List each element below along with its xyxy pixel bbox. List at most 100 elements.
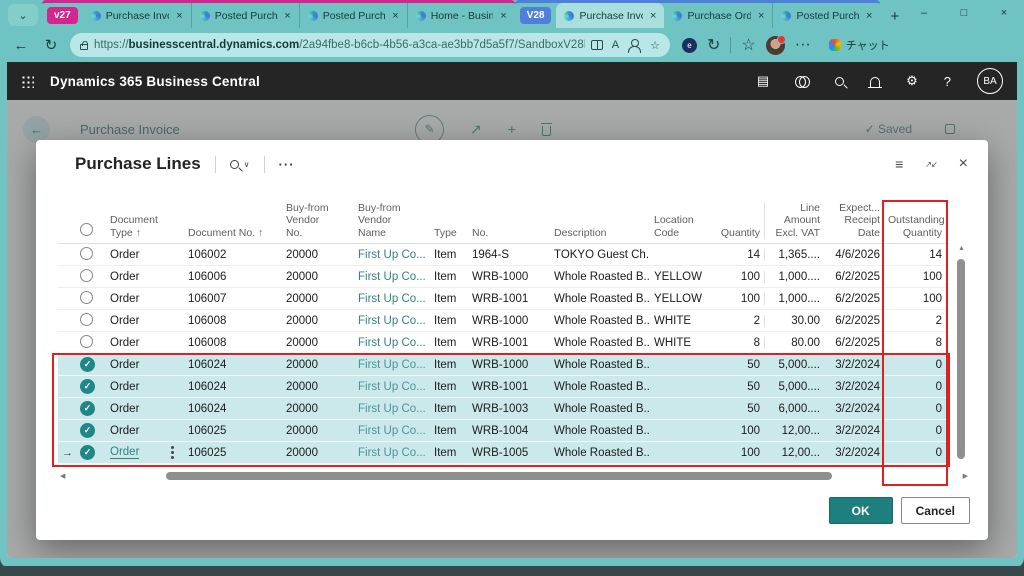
- vertical-scrollbar-thumb[interactable]: [957, 259, 965, 459]
- browser-tab[interactable]: Purchase Invoi×: [556, 3, 664, 28]
- cell-quantity[interactable]: 50: [710, 403, 764, 415]
- cell-document-type[interactable]: Order: [106, 315, 184, 327]
- horizontal-scrollbar-thumb[interactable]: [166, 472, 832, 480]
- favorites-star-icon[interactable]: ☆: [650, 39, 660, 52]
- read-aloud-icon[interactable]: A: [612, 39, 619, 51]
- cell-outstanding-quantity[interactable]: 0: [884, 381, 946, 393]
- cell-quantity[interactable]: 14: [710, 249, 764, 261]
- cell-quantity[interactable]: 8: [710, 337, 764, 349]
- dialog-more-options-icon[interactable]: ···: [279, 157, 295, 172]
- table-row[interactable]: Order10600220000First Up Co...Item1964-S…: [58, 244, 946, 266]
- cell-document-type[interactable]: Order: [106, 271, 184, 283]
- window-close-button[interactable]: ×: [984, 0, 1024, 26]
- cell-location-code[interactable]: YELLOW: [650, 293, 710, 305]
- cell-vendor-name[interactable]: First Up Co...: [354, 249, 430, 261]
- tab-close-icon[interactable]: ×: [498, 10, 508, 22]
- split-screen-icon[interactable]: [591, 40, 603, 50]
- cell-outstanding-quantity[interactable]: 0: [884, 359, 946, 371]
- row-menu-icon[interactable]: [171, 446, 174, 449]
- cell-type[interactable]: Item: [430, 403, 468, 415]
- row-checkbox[interactable]: ✓: [76, 379, 106, 394]
- cell-line-amount[interactable]: 5,000....: [764, 359, 824, 371]
- cell-receipt-date[interactable]: 6/2/2025: [824, 315, 884, 327]
- maximize-button[interactable]: □: [944, 0, 984, 26]
- tab-group-badge[interactable]: v27: [47, 7, 78, 24]
- cell-receipt-date[interactable]: 6/2/2025: [824, 337, 884, 349]
- browser-profile-avatar[interactable]: [766, 36, 785, 55]
- cell-outstanding-quantity[interactable]: 2: [884, 315, 946, 327]
- cell-item-no[interactable]: WRB-1003: [468, 403, 550, 415]
- tab-close-icon[interactable]: ×: [756, 10, 766, 22]
- cell-item-no[interactable]: WRB-1001: [468, 381, 550, 393]
- row-checkbox[interactable]: [76, 335, 106, 351]
- cell-vendor-name[interactable]: First Up Co...: [354, 403, 430, 415]
- cell-vendor-no[interactable]: 20000: [282, 249, 354, 261]
- cell-type[interactable]: Item: [430, 293, 468, 305]
- back-icon[interactable]: ←: [10, 37, 32, 54]
- cell-vendor-name[interactable]: First Up Co...: [354, 425, 430, 437]
- browser-tab[interactable]: Purchase Orde×: [664, 3, 772, 28]
- cell-item-no[interactable]: WRB-1004: [468, 425, 550, 437]
- horizontal-scrollbar[interactable]: ◀ ▶: [58, 471, 968, 481]
- cell-vendor-name[interactable]: First Up Co...: [354, 315, 430, 327]
- cell-type[interactable]: Item: [430, 447, 468, 459]
- column-header[interactable]: Outstanding Quantity: [884, 214, 946, 239]
- cell-quantity[interactable]: 100: [710, 293, 764, 305]
- cell-document-no[interactable]: 106002: [184, 249, 282, 261]
- row-checkbox[interactable]: [76, 291, 106, 307]
- cell-vendor-no[interactable]: 20000: [282, 337, 354, 349]
- cell-vendor-no[interactable]: 20000: [282, 447, 354, 459]
- cell-document-type[interactable]: Order: [106, 446, 184, 459]
- row-checkbox[interactable]: [76, 247, 106, 263]
- site-info-lock-icon[interactable]: [80, 44, 88, 50]
- cell-item-no[interactable]: WRB-1001: [468, 337, 550, 349]
- cell-vendor-name[interactable]: First Up Co...: [354, 293, 430, 305]
- cell-line-amount[interactable]: 30.00: [764, 315, 824, 327]
- cell-vendor-name[interactable]: First Up Co...: [354, 381, 430, 393]
- cell-item-no[interactable]: WRB-1005: [468, 447, 550, 459]
- column-header[interactable]: Document No. ↑: [184, 227, 282, 240]
- cell-type[interactable]: Item: [430, 381, 468, 393]
- cell-vendor-name[interactable]: First Up Co...: [354, 447, 430, 459]
- row-checkbox[interactable]: ✓: [76, 445, 106, 460]
- cell-vendor-no[interactable]: 20000: [282, 381, 354, 393]
- cell-outstanding-quantity[interactable]: 0: [884, 447, 946, 459]
- cell-receipt-date[interactable]: 3/2/2024: [824, 403, 884, 415]
- cell-vendor-no[interactable]: 20000: [282, 315, 354, 327]
- cell-outstanding-quantity[interactable]: 14: [884, 249, 946, 261]
- scroll-left-icon[interactable]: ◀: [60, 472, 65, 480]
- app-launcher-icon[interactable]: [21, 75, 34, 88]
- tab-close-icon[interactable]: ×: [174, 10, 184, 22]
- row-checkbox[interactable]: [76, 313, 106, 329]
- cell-vendor-name[interactable]: First Up Co...: [354, 337, 430, 349]
- cell-type[interactable]: Item: [430, 249, 468, 261]
- cell-line-amount[interactable]: 1,000....: [764, 293, 824, 305]
- row-checkbox[interactable]: ✓: [76, 401, 106, 416]
- app-title[interactable]: Dynamics 365 Business Central: [50, 74, 260, 89]
- cell-receipt-date[interactable]: 3/2/2024: [824, 447, 884, 459]
- row-checkbox[interactable]: [76, 269, 106, 285]
- tab-close-icon[interactable]: ×: [864, 10, 874, 22]
- cell-description[interactable]: Whole Roasted B...: [550, 315, 650, 327]
- table-row[interactable]: →✓Order10602520000First Up Co...ItemWRB-…: [58, 442, 946, 464]
- app-search-icon[interactable]: [835, 77, 844, 86]
- cell-type[interactable]: Item: [430, 425, 468, 437]
- help-icon[interactable]: ?: [944, 74, 951, 89]
- cell-receipt-date[interactable]: 3/2/2024: [824, 359, 884, 371]
- cell-outstanding-quantity[interactable]: 100: [884, 293, 946, 305]
- browser-tab[interactable]: Home - Busine×: [407, 3, 515, 28]
- cell-description[interactable]: Whole Roasted B...: [550, 447, 650, 459]
- column-header[interactable]: Line Amount Excl. VAT: [764, 202, 824, 240]
- column-header[interactable]: Quantity: [710, 227, 764, 240]
- cell-document-type[interactable]: Order: [106, 381, 184, 393]
- cell-vendor-no[interactable]: 20000: [282, 403, 354, 415]
- cell-line-amount[interactable]: 1,000....: [764, 271, 824, 283]
- ok-button[interactable]: OK: [829, 497, 893, 524]
- cell-document-no[interactable]: 106024: [184, 359, 282, 371]
- cell-line-amount[interactable]: 80.00: [764, 337, 824, 349]
- cell-document-no[interactable]: 106024: [184, 381, 282, 393]
- cell-description[interactable]: Whole Roasted B...: [550, 271, 650, 283]
- cell-vendor-name[interactable]: First Up Co...: [354, 359, 430, 371]
- table-row[interactable]: ✓Order10602520000First Up Co...ItemWRB-1…: [58, 420, 946, 442]
- cell-description[interactable]: TOKYO Guest Ch...: [550, 249, 650, 261]
